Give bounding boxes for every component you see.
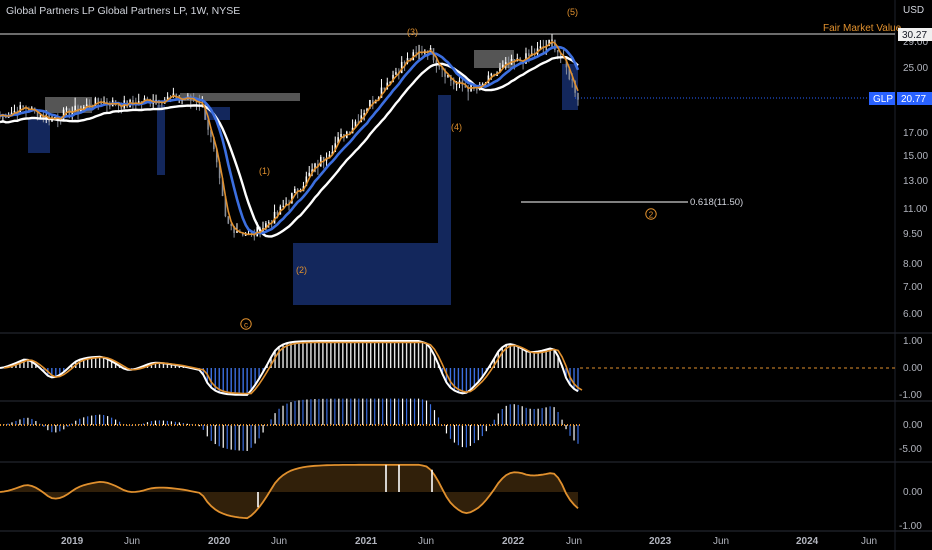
candle-body: [403, 62, 406, 64]
candle-body: [100, 102, 102, 105]
fair-value-tag-text: 30.27: [902, 30, 927, 41]
price-axis[interactable]: 29.00 25.00 17.00 15.00 13.00 11.00 9.50…: [903, 37, 928, 320]
osc2-tick: 0.00: [903, 420, 923, 431]
candle-body: [161, 103, 163, 105]
candle-body: [65, 108, 68, 110]
candle-body: [244, 234, 247, 236]
candle-body: [490, 73, 493, 76]
time-tick: Jun: [124, 536, 140, 547]
osc1-orange-line: [3, 341, 583, 395]
osc1-tick: -1.00: [899, 390, 922, 401]
time-tick: 2023: [649, 536, 672, 547]
candle-body: [415, 52, 417, 54]
time-axis[interactable]: 2019 Jun 2020 Jun 2021 Jun 2022 Jun 2023…: [61, 536, 877, 547]
glp-price-tag-text: 20.77: [901, 94, 926, 105]
chart-canvas[interactable]: Global Partners LP Global Partners LP, 1…: [0, 0, 932, 550]
chart-title: Global Partners LP Global Partners LP, 1…: [6, 5, 240, 17]
time-tick: Jun: [271, 536, 287, 547]
osc3-tick: -1.00: [899, 521, 922, 532]
wave-5-label: (5): [567, 7, 578, 17]
time-tick: Jun: [566, 536, 582, 547]
fib-level-label: 0.618(11.50): [690, 197, 743, 208]
candle-body: [282, 205, 285, 207]
zone-blue: [438, 95, 451, 243]
osc1-tick: 0.00: [903, 363, 923, 374]
time-tick: 2021: [355, 536, 378, 547]
price-tick: 25.00: [903, 63, 928, 74]
osc1-tick: 1.00: [903, 336, 923, 347]
osc1-histogram: [3, 341, 579, 395]
time-tick: 2022: [502, 536, 525, 547]
osc3-area: [0, 464, 578, 519]
price-tick: 15.00: [903, 151, 928, 162]
wave-3-label: (3): [407, 27, 418, 37]
zone-blue: [28, 118, 50, 153]
candle-body: [267, 222, 270, 224]
candle-body: [192, 100, 195, 102]
fair-market-label: Fair Market Value: [823, 23, 902, 34]
zone-blue: [293, 243, 451, 305]
price-tick: 17.00: [903, 128, 928, 139]
candle-body: [395, 72, 397, 75]
wave-1-label: (1): [259, 166, 270, 176]
glp-name-tag-text: GLP: [873, 94, 893, 105]
currency-label: USD: [903, 5, 924, 16]
candle-body: [577, 92, 579, 100]
price-tick: 6.00: [903, 309, 923, 320]
zone-gray: [474, 50, 514, 68]
price-tick: 8.00: [903, 259, 923, 270]
candle-body: [551, 39, 553, 41]
time-tick: Jun: [861, 536, 877, 547]
candle-body: [22, 105, 24, 108]
osc3-tick: 0.00: [903, 487, 923, 498]
candle-body: [293, 188, 296, 194]
price-tick: 13.00: [903, 176, 928, 187]
wave-2-circled-label: 2: [649, 211, 654, 220]
candle-body: [528, 53, 530, 57]
time-tick: Jun: [418, 536, 434, 547]
time-tick: Jun: [713, 536, 729, 547]
price-tick: 9.50: [903, 229, 923, 240]
osc1-white-line: [0, 340, 579, 396]
time-tick: 2019: [61, 536, 84, 547]
zone-blue: [157, 105, 165, 175]
time-tick: 2020: [208, 536, 231, 547]
price-tick: 7.00: [903, 282, 923, 293]
candle-body: [340, 133, 342, 138]
wave-2-label: (2): [296, 265, 307, 275]
candle-body: [227, 216, 230, 224]
wave-c-label: c: [244, 321, 248, 330]
osc2-tick: -5.00: [899, 444, 922, 455]
wave-4-label: (4): [451, 122, 462, 132]
price-tick: 11.00: [903, 204, 928, 215]
candle-body: [236, 231, 238, 233]
candle-body: [556, 50, 559, 53]
time-tick: 2024: [796, 536, 819, 547]
